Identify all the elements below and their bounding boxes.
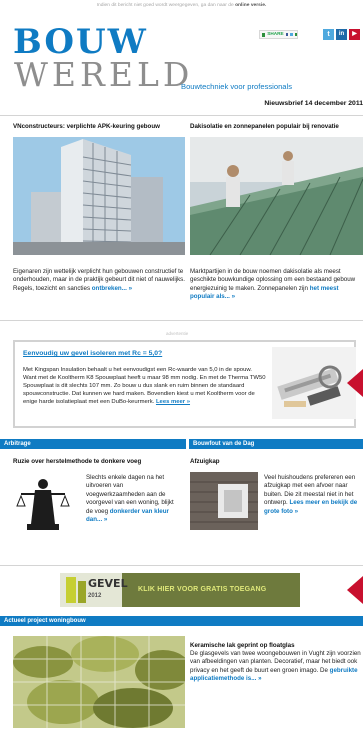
section-bar-woningbouw: Actueel project woningbouw <box>0 616 363 626</box>
building-photo[interactable] <box>13 137 185 255</box>
plus-icon <box>294 33 297 36</box>
bouwfout-title[interactable]: Afzuigkap <box>190 458 220 466</box>
woningbouw-title[interactable]: Keramische lak geprint op floatglas <box>190 642 295 650</box>
online-version-text: Indien dit bericht niet goed wordt weerg… <box>96 3 234 8</box>
linkedin-icon[interactable]: in <box>336 29 347 40</box>
ad-body: Met Kingspan Insulation behaalt u het ee… <box>23 366 267 406</box>
woningbouw-text: De glasgevels van twee woongebouwen in V… <box>190 650 363 684</box>
advertisement-label: advertentie <box>166 331 189 336</box>
bouwwereld-logo[interactable]: BOUW WERELD <box>13 22 189 98</box>
kingspan-advertisement[interactable]: Eenvoudig uw gevel isoleren met Rc = 5,0… <box>13 340 356 428</box>
roof-insulation-photo[interactable] <box>190 137 363 255</box>
sections-divider <box>0 565 363 566</box>
banner-year: 2012 <box>88 593 102 599</box>
banner-cta[interactable]: KLIK HIER VOOR GRATIS TOEGANG <box>138 585 266 594</box>
twitter-icon[interactable]: t <box>323 29 334 40</box>
glass-facade-plants-photo[interactable] <box>13 636 185 728</box>
logo-wereld: WERELD <box>14 55 194 94</box>
article-left-read-more[interactable]: ontbreken... » <box>92 285 132 292</box>
logo-bouw: BOUW <box>13 22 148 62</box>
article-left-title[interactable]: VNconstructeurs: verplichte APK-keuring … <box>13 123 160 131</box>
article-left-text: Eigenaren zijn wettelijk verplicht hun g… <box>13 268 185 293</box>
twitter-small-icon <box>290 33 293 36</box>
arbitrage-text: Slechts enkele dagen na het uitvoeren va… <box>86 474 182 525</box>
justitia-scales-icon <box>13 472 73 534</box>
youtube-icon[interactable]: ▶ <box>349 29 360 40</box>
extractor-hood-photo[interactable] <box>190 472 258 530</box>
article-right-text: Marktpartijen in de bouw noemen dakisola… <box>190 268 358 302</box>
share-icon <box>262 32 266 37</box>
banner-brand: GEVEL <box>88 577 128 590</box>
articles-divider <box>0 320 363 321</box>
arbitrage-title[interactable]: Ruzie over herstelmethode te donkere voe… <box>13 458 141 466</box>
share-button[interactable]: SHARE <box>259 30 298 39</box>
ad-read-more[interactable]: Lees meer » <box>156 399 190 405</box>
tagline: Bouwtechniek voor professionals <box>181 82 293 91</box>
caliper-photo <box>272 347 356 419</box>
newsletter-date: Nieuwsbrief 14 december 2011 <box>264 100 363 107</box>
share-label: SHARE <box>267 31 284 37</box>
article-right-title[interactable]: Dakisolatie en zonnepanelen populair bij… <box>190 123 339 131</box>
online-version-link[interactable]: online versie. <box>235 3 266 8</box>
ad-title[interactable]: Eenvoudig uw gevel isoleren met Rc = 5,0… <box>23 350 162 359</box>
ad-body-text: Met Kingspan Insulation behaalt u het ee… <box>23 367 266 406</box>
online-version-note: Indien dit bericht niet goed wordt weerg… <box>0 3 363 9</box>
facebook-icon <box>285 33 289 36</box>
gevel-2012-banner[interactable]: GEVEL 2012 KLIK HIER VOOR GRATIS TOEGANG <box>60 573 300 607</box>
section-bar-arbitrage: Arbitrage <box>0 439 186 449</box>
section-bar-bouwfout: Bouwfout van de Dag <box>189 439 363 449</box>
header-divider <box>0 115 363 116</box>
bouwfout-text: Veel huishoudens prefereren een afzuigka… <box>264 474 363 516</box>
red-arrow-icon <box>347 369 363 397</box>
red-arrow-icon <box>347 576 363 604</box>
